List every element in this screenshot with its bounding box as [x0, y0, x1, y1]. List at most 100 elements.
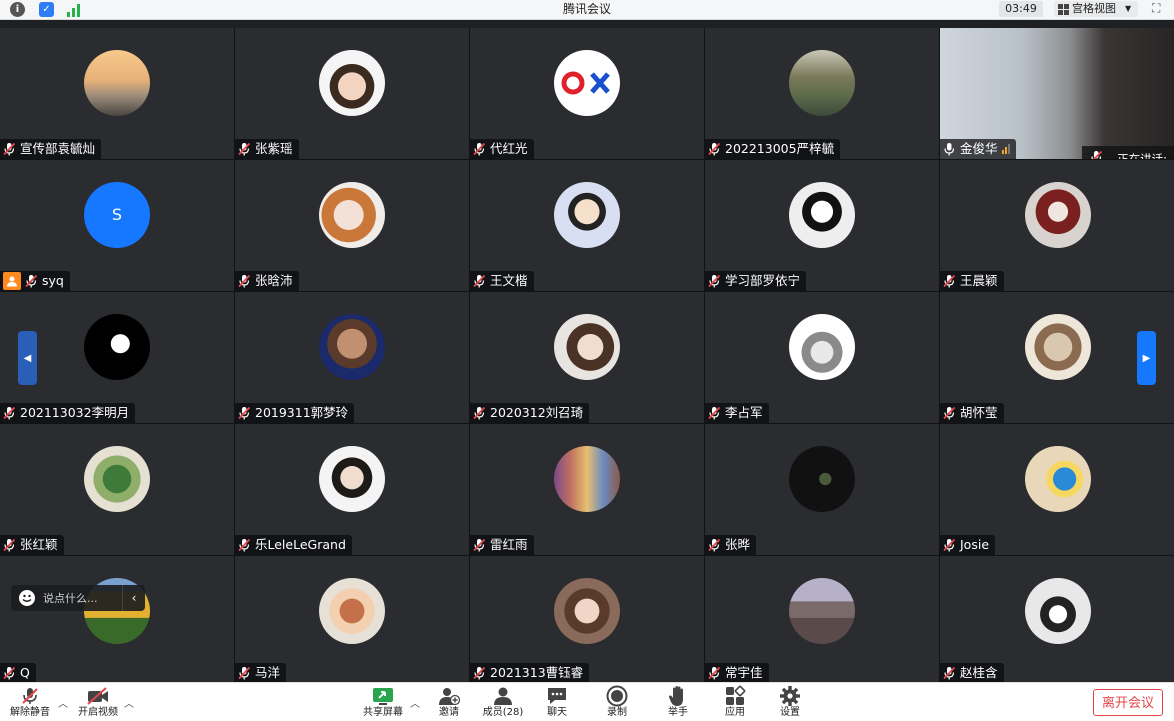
participant-tile[interactable]: 王晨颖 [940, 160, 1174, 291]
participant-tile[interactable]: Ssyq [0, 160, 234, 291]
participant-name: 宣传部袁毓灿 [20, 141, 96, 156]
participant-tile[interactable]: 宣传部袁毓灿 [0, 28, 234, 159]
participant-name: Josie [960, 537, 990, 552]
collapse-chat-button[interactable]: ‹ [122, 585, 145, 611]
participant-name-tag: 张晔 [705, 535, 757, 555]
emoji-icon[interactable] [19, 590, 35, 606]
participant-tile[interactable]: 王文楷 [470, 160, 704, 291]
avatar-letter: S [111, 205, 123, 224]
participant-tile[interactable]: 2021313曹钰睿 [470, 556, 704, 682]
meeting-timer: 03:49 [999, 1, 1043, 17]
participant-tile[interactable]: 李占军 [705, 292, 939, 423]
avatar [1024, 578, 1091, 644]
share-screen-button[interactable]: 共享屏幕 [360, 685, 406, 719]
participant-tile[interactable]: Q [0, 556, 234, 682]
speaking-label: 正在讲话: [1117, 151, 1167, 160]
chat-placeholder[interactable]: 说点什么... [43, 590, 122, 606]
participant-name: 202113032李明月 [20, 405, 130, 420]
prev-page-button[interactable]: ◀ [18, 331, 37, 385]
speaking-indicator: 正在讲话: [1082, 146, 1174, 159]
participant-tile[interactable]: 学习部罗依宁 [705, 160, 939, 291]
participant-name-tag: 金俊华 [940, 139, 1016, 159]
next-page-button[interactable]: ▶ [1137, 331, 1156, 385]
participant-tile[interactable]: 2019311郭梦玲 [235, 292, 469, 423]
mic-muted-icon [708, 142, 721, 156]
quick-chat-box[interactable]: 说点什么... ‹ [11, 585, 145, 611]
gear-icon [777, 685, 803, 707]
participant-tile[interactable]: 张晔 [705, 424, 939, 555]
apps-label: 应用 [725, 707, 745, 718]
participant-name-tag: 张红颖 [0, 535, 64, 555]
participant-grid: 宣传部袁毓灿 张紫瑶 代红光 202213005严梓毓 正在讲话: 金俊华 Ssyq 张晗沛 王… [0, 28, 1174, 682]
participant-name-tag: 赵桂含 [940, 663, 1004, 682]
record-button[interactable]: 录制 [604, 685, 630, 719]
grid-view-icon [1058, 3, 1069, 15]
camera-off-icon [74, 685, 122, 707]
members-button[interactable]: 成员(28) [482, 685, 524, 719]
mic-muted-icon [1090, 150, 1103, 159]
participant-name: 2021313曹钰睿 [490, 665, 584, 680]
avatar [554, 50, 620, 116]
share-options-chevron-icon[interactable]: ︿ [410, 695, 420, 710]
participant-name: 张晗沛 [255, 273, 293, 288]
invite-button[interactable]: 邀请 [432, 685, 466, 719]
mic-muted-icon [238, 538, 251, 552]
mic-muted-icon [943, 538, 956, 552]
participant-tile[interactable]: 202213005严梓毓 [705, 28, 939, 159]
participant-name-tag: 李占军 [705, 403, 769, 423]
participant-tile[interactable]: 张晗沛 [235, 160, 469, 291]
participant-tile[interactable]: Josie [940, 424, 1174, 555]
participant-name-tag: 乐LeleLeGrand [235, 535, 352, 555]
participant-tile[interactable]: 常宇佳 [705, 556, 939, 682]
chevron-left-icon: ◀ [23, 352, 32, 364]
avatar [789, 50, 855, 116]
mic-muted-icon [708, 406, 721, 420]
participant-tile[interactable]: 张红颖 [0, 424, 234, 555]
avatar [554, 314, 620, 380]
mic-muted-icon [708, 538, 721, 552]
mic-muted-icon [473, 406, 486, 420]
audio-options-chevron-icon[interactable]: ︿ [58, 695, 68, 710]
raise-hand-button[interactable]: 举手 [665, 685, 691, 719]
participant-tile[interactable]: 2020312刘召琦 [470, 292, 704, 423]
chat-label: 聊天 [547, 707, 567, 718]
view-mode-label: 宫格视图 [1072, 2, 1116, 15]
participant-name-tag: Q [0, 663, 36, 682]
participant-tile[interactable]: 代红光 [470, 28, 704, 159]
participant-tile[interactable]: 正在讲话: 金俊华 [940, 28, 1174, 159]
apps-button[interactable]: 应用 [722, 685, 748, 719]
leave-meeting-button[interactable]: 离开会议 [1093, 689, 1163, 716]
chevron-right-icon: ▶ [1142, 352, 1151, 364]
hand-icon [665, 685, 691, 707]
mic-muted-icon [3, 406, 16, 420]
unmute-button[interactable]: 解除静音 [6, 685, 54, 719]
participant-name: 乐LeleLeGrand [255, 537, 346, 552]
participant-name: 202213005严梓毓 [725, 141, 835, 156]
participant-tile[interactable]: 赵桂含 [940, 556, 1174, 682]
participant-tile[interactable]: 马洋 [235, 556, 469, 682]
mic-muted-icon [943, 406, 956, 420]
start-video-label: 开启视频 [78, 707, 118, 718]
participant-name-tag: 2019311郭梦玲 [235, 403, 355, 423]
unmute-label: 解除静音 [10, 707, 50, 718]
participant-tile[interactable]: 乐LeleLeGrand [235, 424, 469, 555]
start-video-button[interactable]: 开启视频 [74, 685, 122, 719]
mic-muted-icon [943, 274, 956, 288]
avatar [1024, 446, 1091, 512]
avatar [789, 578, 855, 644]
view-mode-button[interactable]: 宫格视图 ▼ [1054, 1, 1138, 17]
settings-button[interactable]: 设置 [777, 685, 803, 719]
window-title: 腾讯会议 [562, 2, 611, 16]
avatar [319, 182, 385, 248]
chat-button[interactable]: 聊天 [544, 685, 570, 719]
fullscreen-icon[interactable]: ⛶ [1152, 2, 1165, 15]
participant-name: 胡怀莹 [960, 405, 998, 420]
mic-muted-icon [708, 666, 721, 680]
mic-muted-icon [238, 406, 251, 420]
participant-tile[interactable]: 雷红雨 [470, 424, 704, 555]
participant-name-tag: 学习部罗依宁 [705, 271, 807, 291]
mic-muted-icon [25, 274, 38, 288]
participant-tile[interactable]: 张紫瑶 [235, 28, 469, 159]
avatar [319, 50, 385, 116]
video-options-chevron-icon[interactable]: ︿ [124, 695, 134, 710]
